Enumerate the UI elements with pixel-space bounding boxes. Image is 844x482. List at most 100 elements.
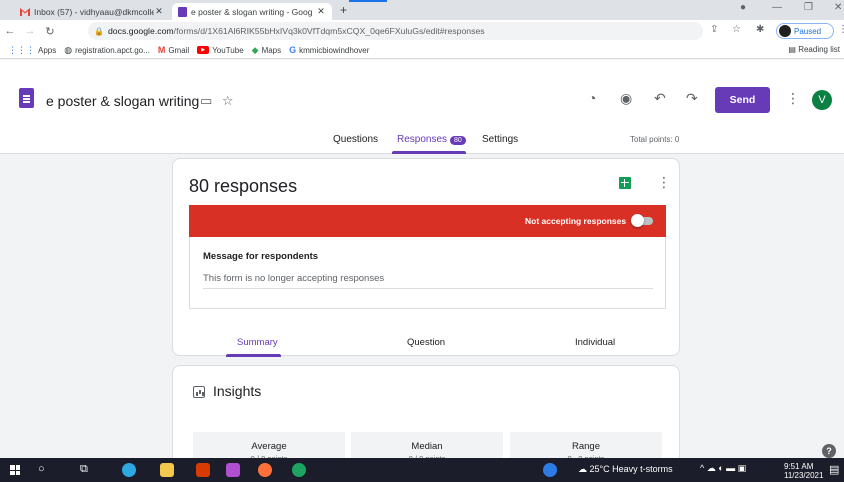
account-circle-icon[interactable]: ● bbox=[740, 2, 746, 13]
bookmark-apps[interactable]: ⋮⋮⋮ Apps bbox=[8, 45, 56, 56]
browser-tab-forms[interactable]: e poster & slogan writing - Goog ✕ bbox=[172, 3, 332, 20]
bookmark-label: Apps bbox=[38, 45, 57, 55]
bookmark-registration[interactable]: ◍ registration.apct.go... bbox=[64, 45, 150, 56]
weather-text: 25°C Heavy t-storms bbox=[589, 464, 673, 474]
insights-title: Insights bbox=[213, 383, 262, 399]
tab-individual[interactable]: Individual bbox=[575, 337, 615, 348]
forms-icon bbox=[178, 6, 187, 17]
notifications-icon[interactable]: ▤ bbox=[829, 463, 839, 476]
bookmark-gmail[interactable]: M Gmail bbox=[158, 45, 189, 55]
bookmark-label: YouTube bbox=[212, 45, 244, 55]
gmail-icon bbox=[20, 7, 30, 16]
reading-list-label: Reading list bbox=[798, 45, 840, 54]
system-tray[interactable]: ^ ☁ ◐ ▬ ▣ bbox=[700, 463, 746, 474]
restore-icon[interactable]: ❐ bbox=[804, 2, 813, 13]
apps-grid-icon: ⋮⋮⋮ bbox=[8, 44, 35, 55]
profile-avatar bbox=[779, 25, 791, 37]
bookmark-star-icon[interactable]: ☆ bbox=[732, 24, 741, 35]
close-icon[interactable]: ✕ bbox=[154, 6, 164, 17]
tab-summary[interactable]: Summary bbox=[237, 337, 278, 348]
tab-title: e poster & slogan writing - Goog bbox=[191, 6, 313, 17]
message-label: Message for respondents bbox=[203, 251, 319, 262]
tab-responses[interactable]: Responses 80 bbox=[397, 134, 466, 145]
share-icon[interactable]: ⇪ bbox=[710, 24, 718, 35]
google-icon: G bbox=[289, 45, 297, 55]
windows-start-icon[interactable] bbox=[10, 465, 20, 475]
responses-card: 80 responses ⋮ Not accepting responses M… bbox=[172, 158, 681, 357]
form-title[interactable]: e poster & slogan writing bbox=[46, 93, 199, 109]
tab-question[interactable]: Question bbox=[407, 337, 445, 348]
office-icon[interactable] bbox=[196, 463, 210, 477]
tab-settings[interactable]: Settings bbox=[482, 134, 518, 145]
app-icon[interactable] bbox=[226, 463, 240, 477]
close-icon[interactable]: ✕ bbox=[316, 6, 326, 17]
responses-heading: 80 responses bbox=[189, 176, 298, 196]
send-button[interactable]: Send bbox=[715, 87, 770, 113]
bookmarks-bar: ⋮⋮⋮ Apps ◍ registration.apct.go... M Gma… bbox=[0, 42, 844, 59]
browser-tab-gmail[interactable]: Inbox (57) - vidhyaau@dkmcolle ✕ bbox=[14, 3, 170, 20]
window-close-icon[interactable]: ✕ bbox=[834, 2, 842, 13]
chrome-icon[interactable] bbox=[292, 463, 306, 477]
responses-count-badge: 80 bbox=[450, 136, 466, 145]
active-tab-indicator bbox=[392, 151, 466, 154]
response-view-tabs: Summary Question Individual bbox=[173, 329, 681, 357]
active-subtab-indicator bbox=[226, 354, 281, 357]
forward-icon[interactable]: → bbox=[20, 25, 40, 37]
avatar[interactable]: V bbox=[812, 90, 832, 110]
message-input[interactable]: This form is no longer accepting respons… bbox=[203, 273, 384, 284]
tab-strip-accent bbox=[349, 0, 387, 2]
help-icon[interactable]: ? bbox=[822, 444, 836, 458]
weather-widget[interactable]: ☁ 25°C Heavy t-storms bbox=[578, 464, 673, 475]
reading-list-icon: ▤ bbox=[788, 45, 796, 54]
not-accepting-label: Not accepting responses bbox=[525, 216, 627, 226]
tab-questions[interactable]: Questions bbox=[333, 134, 378, 145]
forms-header: e poster & slogan writing ▭ ☆ ◔ ◉ ↶ ↷ Se… bbox=[0, 60, 844, 154]
insights-card: Insights Average 0 / 0 points Median 0 /… bbox=[172, 365, 680, 466]
customize-theme-icon[interactable]: ◔ bbox=[588, 90, 596, 106]
bookmark-maps[interactable]: ◆ Maps bbox=[252, 45, 281, 56]
stat-label: Average bbox=[251, 441, 287, 452]
back-icon[interactable]: ← bbox=[0, 25, 20, 37]
tab-responses-label: Responses bbox=[397, 134, 448, 145]
edge-icon[interactable] bbox=[122, 463, 136, 477]
total-points: Total points: 0 bbox=[630, 135, 680, 144]
bookmark-label: Gmail bbox=[168, 45, 190, 55]
help-app-icon[interactable] bbox=[543, 463, 557, 477]
preview-eye-icon[interactable]: ◉ bbox=[620, 90, 632, 107]
profile-status: Paused bbox=[794, 26, 822, 36]
file-explorer-icon[interactable] bbox=[160, 463, 174, 477]
undo-icon[interactable]: ↶ bbox=[654, 90, 666, 107]
form-tabs: Questions Responses 80 Settings Total poi… bbox=[0, 132, 844, 154]
not-accepting-banner: Not accepting responses bbox=[189, 205, 666, 237]
new-tab-icon[interactable]: + bbox=[340, 3, 347, 17]
clock[interactable]: 9:51 AM 11/23/2021 bbox=[784, 462, 823, 480]
bookmark-youtube[interactable]: ▶ YouTube bbox=[197, 45, 244, 55]
extensions-icon[interactable]: ✱ bbox=[756, 24, 764, 35]
reload-icon[interactable]: ↻ bbox=[40, 25, 60, 38]
windows-taskbar: ○ ⧉ ☁ 25°C Heavy t-storms ^ ☁ ◐ ▬ ▣ 9:51… bbox=[0, 458, 844, 482]
weather-cloud-icon: ☁ bbox=[578, 464, 587, 474]
accepting-responses-toggle[interactable] bbox=[631, 214, 653, 227]
google-sheets-icon[interactable] bbox=[619, 177, 631, 189]
firefox-icon[interactable] bbox=[258, 463, 272, 477]
google-forms-logo-icon[interactable] bbox=[19, 88, 34, 108]
tab-title: Inbox (57) - vidhyaau@dkmcolle bbox=[34, 6, 154, 17]
profile-paused-button[interactable]: Paused bbox=[776, 23, 834, 39]
reading-list-button[interactable]: ▤ Reading list bbox=[788, 45, 840, 54]
search-icon[interactable]: ○ bbox=[38, 463, 45, 475]
stat-label: Range bbox=[572, 441, 600, 452]
more-options-icon[interactable]: ⋮ bbox=[786, 90, 800, 107]
star-icon[interactable]: ☆ bbox=[222, 93, 234, 108]
move-to-folder-icon[interactable]: ▭ bbox=[200, 93, 212, 108]
more-options-icon[interactable]: ⋮ bbox=[657, 174, 671, 191]
minimize-icon[interactable]: — bbox=[772, 2, 782, 13]
task-view-icon[interactable]: ⧉ bbox=[80, 463, 88, 476]
bookmark-google[interactable]: G kmmicbiowindhover bbox=[289, 45, 369, 55]
browser-menu-icon[interactable]: ⋮ bbox=[838, 24, 844, 35]
browser-tab-strip: Inbox (57) - vidhyaau@dkmcolle ✕ e poste… bbox=[0, 0, 844, 20]
redo-icon[interactable]: ↷ bbox=[686, 90, 698, 107]
clock-date: 11/23/2021 bbox=[784, 471, 824, 480]
globe-icon: ◍ bbox=[64, 44, 73, 55]
url-input[interactable]: 🔒 docs.google.com/forms/d/1X61Al6RIK55bH… bbox=[88, 22, 703, 40]
maps-icon: ◆ bbox=[251, 44, 259, 55]
